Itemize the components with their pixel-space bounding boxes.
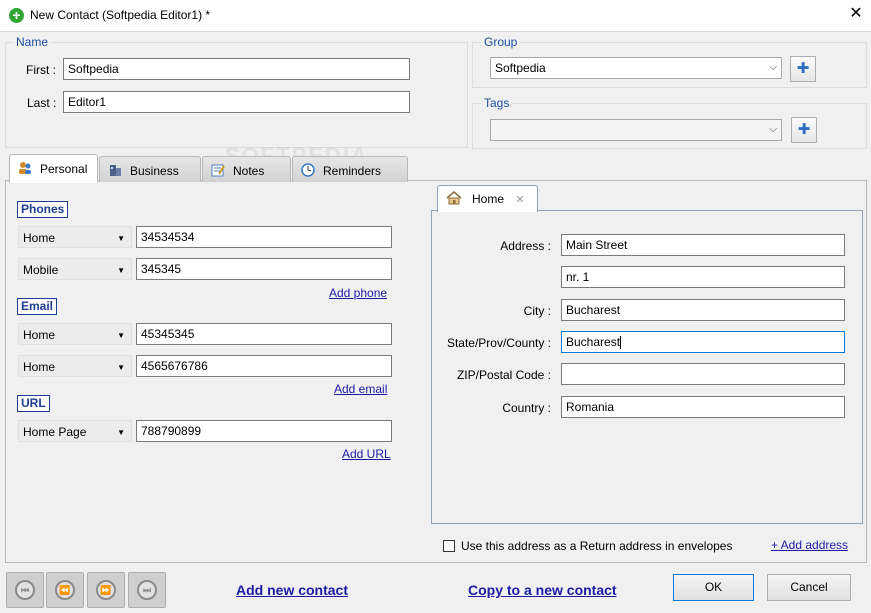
window-title: New Contact (Softpedia Editor1) * (30, 8, 211, 22)
email-type-select[interactable]: Home ▼ (18, 355, 132, 377)
nav-first-button[interactable]: ⏮ (6, 572, 44, 608)
people-icon (18, 161, 32, 175)
title-bar: + New Contact (Softpedia Editor1) * ✕ (0, 0, 871, 31)
copy-to-new-contact-link[interactable]: Copy to a new contact (468, 582, 617, 598)
cancel-button[interactable]: Cancel (767, 574, 851, 601)
add-phone-link[interactable]: Add phone (329, 286, 387, 300)
state-label: State/Prov/County : (446, 336, 551, 350)
nav-next-button[interactable]: ⏩ (87, 572, 125, 608)
phone-type-value: Mobile (23, 263, 59, 277)
email-type-value: Home (23, 328, 56, 342)
tab-personal-label: Personal (40, 162, 88, 176)
tab-notes-label: Notes (233, 164, 265, 178)
close-button[interactable]: ✕ (846, 4, 866, 24)
close-icon[interactable]: ✕ (515, 194, 524, 206)
nav-prev-button[interactable]: ⏪ (46, 572, 84, 608)
address-tab-label: Home (472, 192, 505, 206)
group-selected-value: Softpedia (495, 61, 546, 75)
notes-icon (211, 163, 225, 177)
country-label: Country : (502, 401, 551, 415)
url-section-title: URL (17, 395, 50, 412)
add-new-contact-link[interactable]: Add new contact (236, 582, 348, 598)
phone-type-select[interactable]: Mobile ▼ (18, 258, 132, 280)
clock-icon (301, 163, 315, 177)
group-select[interactable]: Softpedia ⌵ (490, 57, 782, 79)
add-email-link[interactable]: Add email (334, 382, 387, 396)
address-tab-home[interactable]: Home ✕ (437, 185, 538, 212)
tags-group-label: Tags (481, 96, 513, 110)
chevron-down-icon: ⌵ (769, 124, 777, 135)
add-url-link[interactable]: Add URL (342, 447, 391, 461)
address-line2-input[interactable]: nr. 1 (561, 266, 845, 288)
country-input[interactable]: Romania (561, 396, 845, 418)
last-name-input[interactable]: Editor1 (63, 91, 410, 113)
url-type-value: Home Page (23, 425, 87, 439)
chevron-down-icon: ▼ (117, 331, 125, 340)
zip-label: ZIP/Postal Code : (456, 368, 551, 382)
add-tag-button[interactable]: ✚ (791, 117, 817, 143)
ok-button[interactable]: OK (673, 574, 754, 601)
zip-input[interactable] (561, 363, 845, 385)
add-address-link[interactable]: + Add address (771, 538, 848, 552)
first-name-input[interactable]: Softpedia (63, 58, 410, 80)
tab-business-label: Business (130, 164, 179, 178)
text-caret (620, 336, 622, 350)
tab-personal[interactable]: Personal (9, 154, 98, 183)
tab-reminders[interactable]: Reminders (292, 156, 408, 182)
tab-business[interactable]: Business (99, 156, 201, 182)
business-icon (108, 163, 122, 177)
nav-last-button[interactable]: ⏭ (128, 572, 166, 608)
rewind-icon: ⏪ (55, 580, 75, 600)
chevron-down-icon: ▼ (117, 363, 125, 372)
state-value: Bucharest (566, 335, 621, 349)
fast-forward-icon: ⏩ (96, 580, 116, 600)
email-input[interactable]: 45345345 (136, 323, 392, 345)
phone-type-value: Home (23, 231, 56, 245)
skip-first-icon: ⏮ (15, 580, 35, 600)
chevron-down-icon: ▼ (117, 428, 125, 437)
email-type-value: Home (23, 360, 56, 374)
phones-section-title: Phones (17, 201, 69, 218)
city-input[interactable]: Bucharest (561, 299, 845, 321)
group-group-label: Group (481, 35, 521, 49)
email-section-title: Email (17, 298, 58, 315)
chevron-down-icon: ⌵ (769, 62, 777, 73)
address-label: Address : (500, 239, 551, 253)
chevron-down-icon: ▼ (117, 266, 125, 275)
phone-type-select[interactable]: Home ▼ (18, 226, 132, 248)
add-group-button[interactable]: ✚ (790, 56, 816, 82)
tags-select[interactable]: ⌵ (490, 119, 782, 141)
state-input[interactable]: Bucharest (561, 331, 845, 353)
chevron-down-icon: ▼ (117, 234, 125, 243)
phone-number-input[interactable]: 345345 (136, 258, 392, 280)
skip-last-icon: ⏭ (137, 580, 157, 600)
email-input[interactable]: 4565676786 (136, 355, 392, 377)
return-address-label: Use this address as a Return address in … (461, 539, 733, 553)
address-line1-input[interactable]: Main Street (561, 234, 845, 256)
tab-reminders-label: Reminders (323, 164, 382, 178)
home-icon (446, 191, 462, 205)
last-name-label: Last : (27, 96, 57, 110)
email-type-select[interactable]: Home ▼ (18, 323, 132, 345)
city-label: City : (523, 304, 551, 318)
url-input[interactable]: 788790899 (136, 420, 392, 442)
name-group-label: Name (13, 35, 52, 49)
phone-number-input[interactable]: 34534534 (136, 226, 392, 248)
first-name-label: First : (26, 63, 56, 77)
add-contact-icon: + (9, 8, 24, 23)
return-address-checkbox[interactable] (443, 540, 455, 552)
tab-notes[interactable]: Notes (202, 156, 291, 182)
url-type-select[interactable]: Home Page ▼ (18, 420, 132, 442)
